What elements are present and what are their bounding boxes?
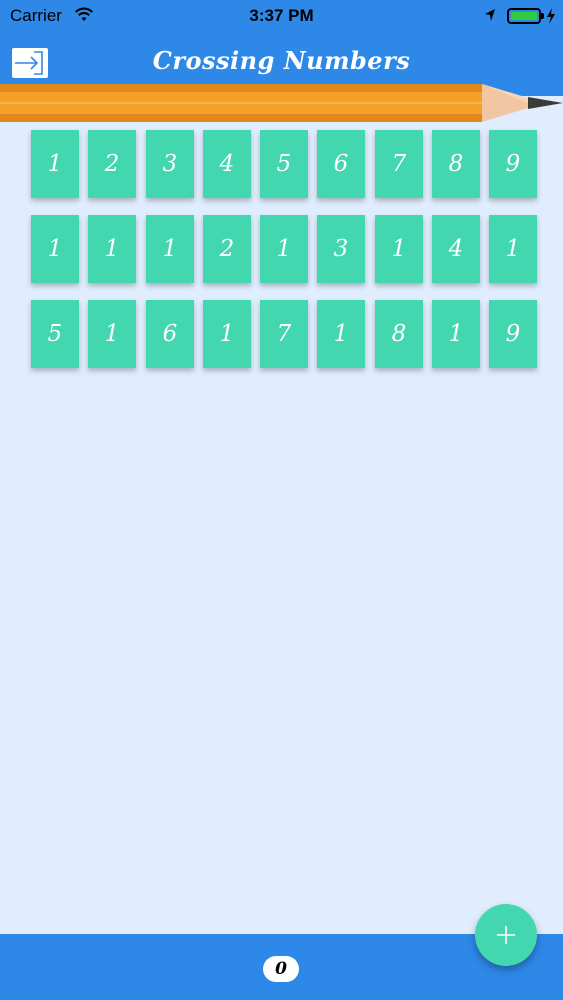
- number-tile[interactable]: 9: [489, 300, 537, 368]
- score-badge: 0: [263, 956, 299, 982]
- number-tile[interactable]: 2: [203, 215, 251, 283]
- page-title: Crossing Numbers: [152, 46, 411, 75]
- number-tile[interactable]: 1: [31, 215, 79, 283]
- number-tile[interactable]: 8: [375, 300, 423, 368]
- charging-bolt-icon: [547, 8, 555, 24]
- number-tile[interactable]: 5: [260, 130, 308, 198]
- number-tile[interactable]: 1: [375, 215, 423, 283]
- number-tile[interactable]: 1: [31, 130, 79, 198]
- number-tile[interactable]: 2: [88, 130, 136, 198]
- status-time: 3:37 PM: [249, 6, 314, 25]
- grid-row-3: 5 1 6 1 7 1 8 1 9: [31, 300, 541, 368]
- number-tile[interactable]: 6: [146, 300, 194, 368]
- number-tile[interactable]: 7: [260, 300, 308, 368]
- number-tile[interactable]: 1: [432, 300, 480, 368]
- add-row-button[interactable]: [475, 904, 537, 966]
- number-tile[interactable]: 1: [317, 300, 365, 368]
- number-tile[interactable]: 5: [31, 300, 79, 368]
- pencil-graphic: [0, 84, 563, 122]
- number-tile[interactable]: 3: [146, 130, 194, 198]
- status-bar: Carrier 3:37 PM: [0, 0, 563, 32]
- plus-icon: [497, 926, 515, 944]
- location-arrow-icon: [485, 9, 495, 21]
- number-tile[interactable]: 1: [146, 215, 194, 283]
- number-tile[interactable]: 4: [203, 130, 251, 198]
- number-tile[interactable]: 8: [432, 130, 480, 198]
- battery-icon: [507, 8, 541, 24]
- top-bar: Carrier 3:37 PM Crossing Numbers: [0, 0, 563, 96]
- battery-tip: [541, 13, 544, 19]
- number-tile[interactable]: 7: [375, 130, 423, 198]
- number-tile[interactable]: 3: [317, 215, 365, 283]
- number-tile[interactable]: 1: [203, 300, 251, 368]
- number-tile[interactable]: 1: [88, 300, 136, 368]
- number-tile[interactable]: 4: [432, 215, 480, 283]
- number-tile[interactable]: 9: [489, 130, 537, 198]
- grid-row-1: 1 2 3 4 5 6 7 8 9: [31, 130, 541, 198]
- number-tile[interactable]: 1: [489, 215, 537, 283]
- number-tile[interactable]: 1: [260, 215, 308, 283]
- grid-row-2: 1 1 1 2 1 3 1 4 1: [31, 215, 541, 283]
- number-tile[interactable]: 1: [88, 215, 136, 283]
- number-tile[interactable]: 6: [317, 130, 365, 198]
